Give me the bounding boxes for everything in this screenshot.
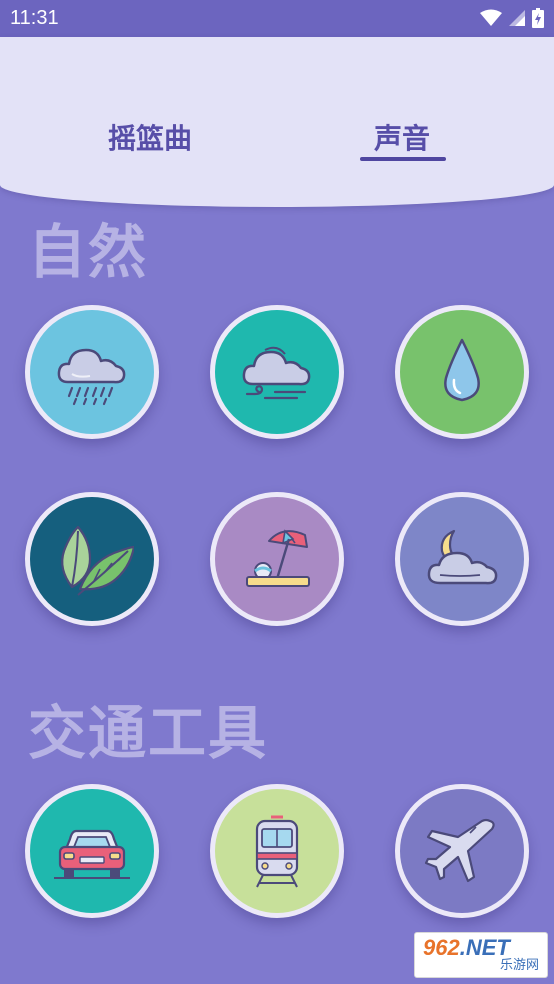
watermark-logo: 962.NET 乐游网 <box>414 932 548 978</box>
section-title-transport: 交通工具 <box>28 699 269 767</box>
wind-cloud-icon <box>242 346 311 400</box>
sound-wind-button[interactable] <box>210 305 344 439</box>
rain-cloud-icon <box>57 348 126 406</box>
leaves-icon <box>61 525 134 596</box>
sound-beach-button[interactable] <box>210 492 344 626</box>
tab-sound[interactable]: 声音 <box>374 117 430 157</box>
tab-active-indicator <box>360 157 446 161</box>
train-icon <box>255 815 299 888</box>
watermark-text: 乐游网 <box>499 958 539 973</box>
sound-airplane-button[interactable] <box>395 784 529 918</box>
watermark-number: 962 <box>423 935 460 960</box>
beach-umbrella-icon <box>246 529 310 587</box>
battery-icon <box>532 8 544 28</box>
section-title-nature: 自然 <box>28 218 149 286</box>
airplane-icon <box>424 818 495 883</box>
water-drop-icon <box>444 338 480 402</box>
moon-cloud-icon <box>427 529 498 585</box>
tab-lullaby[interactable]: 摇篮曲 <box>108 117 192 157</box>
cell-signal-icon <box>509 10 525 26</box>
sound-water-button[interactable] <box>395 305 529 439</box>
tab-header: 摇篮曲 声音 <box>0 37 554 207</box>
car-icon <box>54 829 130 879</box>
status-time: 11:31 <box>10 7 59 29</box>
watermark-suffix: .NET <box>459 935 510 960</box>
wifi-icon <box>480 9 502 26</box>
status-bar: 11:31 <box>0 0 554 37</box>
sound-car-button[interactable] <box>25 784 159 918</box>
sound-rain-button[interactable] <box>25 305 159 439</box>
sound-leaves-button[interactable] <box>25 492 159 626</box>
status-icons <box>480 8 544 28</box>
sound-night-button[interactable] <box>395 492 529 626</box>
sound-train-button[interactable] <box>210 784 344 918</box>
